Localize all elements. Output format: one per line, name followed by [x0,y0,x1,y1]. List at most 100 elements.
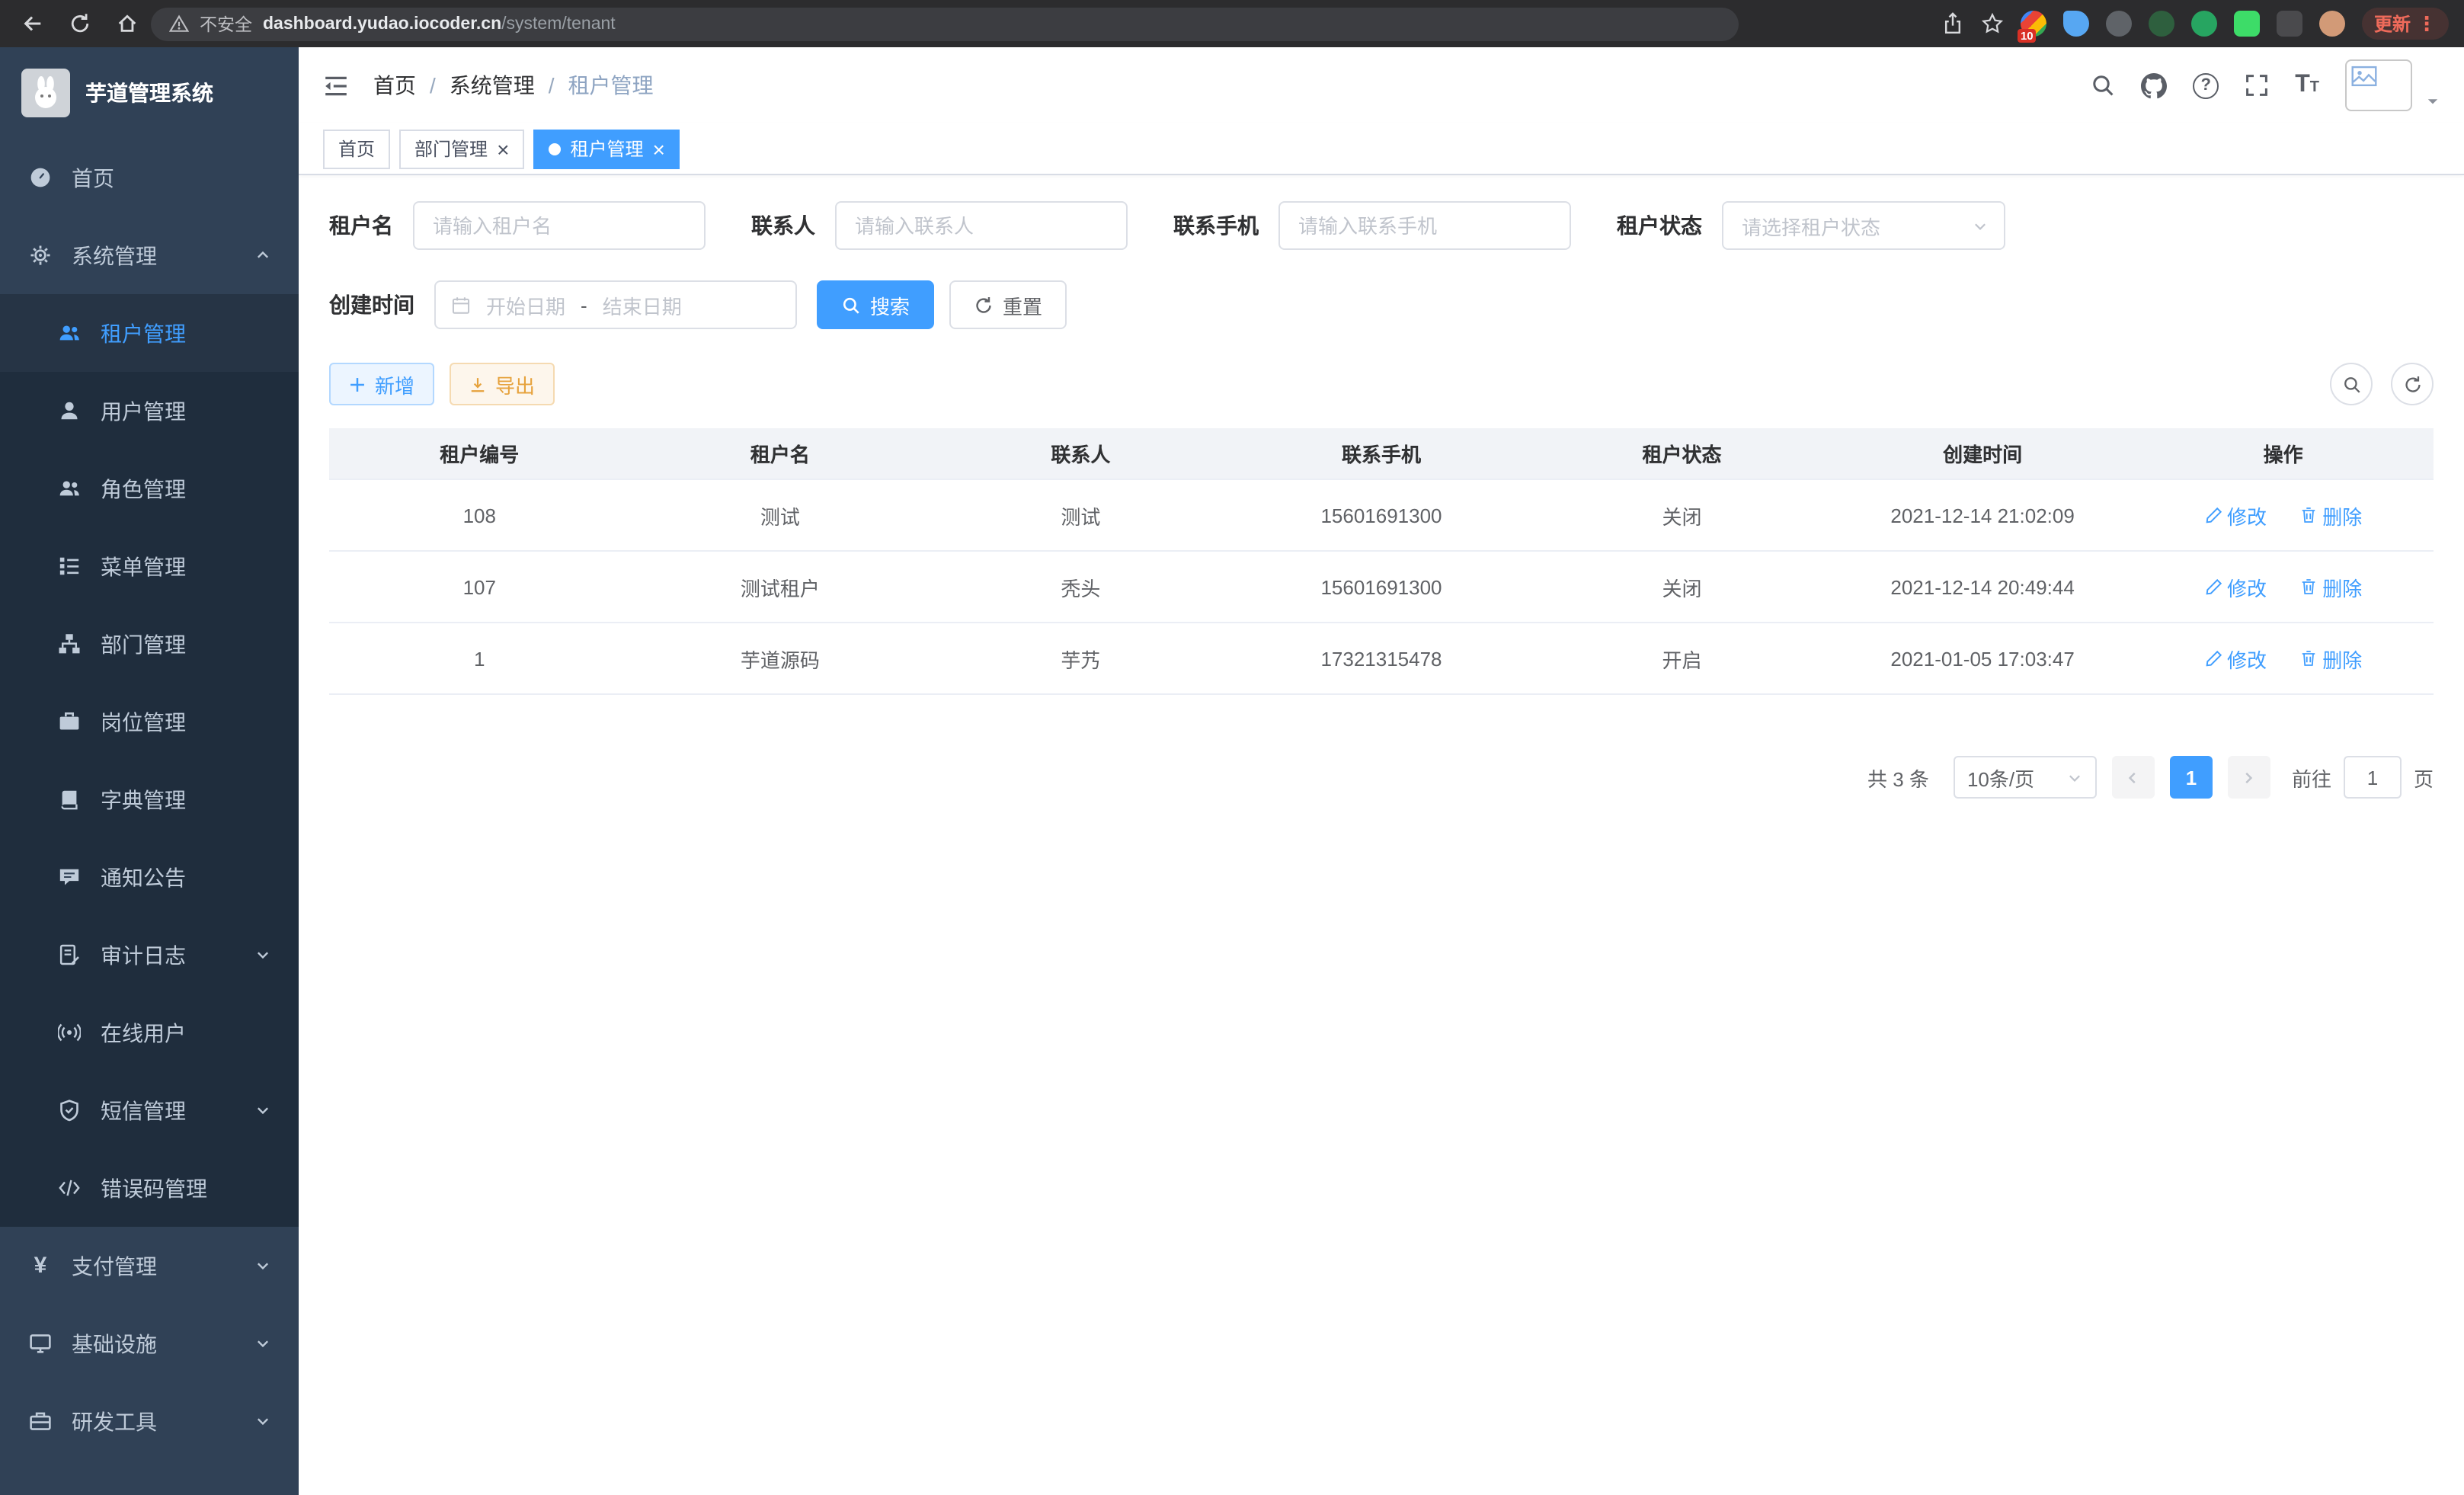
tab-tenant[interactable]: 租户管理 [533,129,680,168]
goto-page-input[interactable] [2344,756,2402,799]
app-title: 芋道管理系统 [85,78,213,108]
share-icon[interactable] [1941,12,1964,35]
sidebar-item-label: 部门管理 [101,629,186,659]
col-header: 联系人 [930,439,1231,468]
sidebar-item-label: 研发工具 [72,1406,157,1436]
chevron-down-icon [2066,769,2083,786]
url-bar[interactable]: 不安全 dashboard.yudao.iocoder.cn/system/te… [151,7,1739,40]
browser-reload-icon[interactable] [69,12,91,35]
phone-input[interactable] [1278,201,1571,250]
tab-label: 租户管理 [570,136,643,162]
breadcrumb-home[interactable]: 首页 [373,70,416,101]
sidebar-item-error-code[interactable]: 错误码管理 [0,1149,299,1227]
page-size-value: 10条/页 [1967,763,2034,792]
delete-link[interactable]: 删除 [2299,501,2362,530]
status-placeholder: 请选择租户状态 [1742,211,1880,240]
sidebar-fold-icon[interactable] [323,72,349,98]
sidebar-item-audit-log[interactable]: 审计日志 [0,916,299,994]
gear-icon [27,244,53,267]
browser-toolbar: 不安全 dashboard.yudao.iocoder.cn/system/te… [0,0,2464,47]
cell-tenant-name: 测试租户 [630,572,931,601]
sidebar-item-infra[interactable]: 基础设施 [0,1305,299,1382]
avatar-caret-icon[interactable] [2426,62,2440,108]
edit-link[interactable]: 修改 [2204,572,2267,601]
sidebar-item-role[interactable]: 角色管理 [0,450,299,527]
create-time-label: 创建时间 [329,290,414,320]
close-icon[interactable] [652,138,664,159]
contact-input[interactable] [835,201,1128,250]
sidebar-item-system[interactable]: 系统管理 [0,216,299,294]
browser-home-icon[interactable] [116,12,139,35]
sidebar-item-menu[interactable]: 菜单管理 [0,527,299,605]
delete-link[interactable]: 删除 [2299,572,2362,601]
refresh-table-button[interactable] [2391,363,2434,405]
extension-icon[interactable] [2063,11,2089,37]
header-search-icon[interactable] [2091,73,2115,98]
font-size-icon[interactable] [2295,73,2319,98]
cell-actions: 修改 删除 [2133,501,2434,530]
breadcrumb-separator: / [549,73,555,98]
browser-update-button[interactable]: 更新 ⋮ [2362,8,2449,40]
status-select[interactable]: 请选择租户状态 [1722,201,2005,250]
close-icon[interactable] [497,138,509,159]
url-path: /system/tenant [501,14,616,33]
page-number-button[interactable]: 1 [2170,756,2213,799]
delete-link[interactable]: 删除 [2299,644,2362,673]
prev-page-button[interactable] [2112,756,2155,799]
org-tree-icon [56,632,82,655]
reset-button[interactable]: 重置 [949,280,1067,329]
extension-icon[interactable] [2319,11,2345,37]
phone-label: 联系手机 [1173,210,1259,241]
search-button[interactable]: 搜索 [817,280,934,329]
user-icon [56,399,82,422]
sidebar-item-online-users[interactable]: 在线用户 [0,994,299,1071]
sidebar-item-tenant[interactable]: 租户管理 [0,294,299,372]
sidebar-item-dev-tools[interactable]: 研发工具 [0,1382,299,1460]
bookmark-star-icon[interactable] [1981,12,2004,35]
fullscreen-icon[interactable] [2245,73,2269,98]
cell-tenant-id: 108 [329,504,630,527]
github-icon[interactable] [2141,72,2167,98]
date-range-picker[interactable]: 开始日期 - 结束日期 [434,280,797,329]
browser-back-icon[interactable] [21,12,44,35]
breadcrumb-system[interactable]: 系统管理 [450,70,535,101]
export-button[interactable]: 导出 [450,363,555,405]
extension-icon[interactable] [2234,11,2260,37]
edit-link[interactable]: 修改 [2204,501,2267,530]
tags-view-bar: 首页 部门管理 租户管理 [299,123,2464,175]
tab-home[interactable]: 首页 [323,129,390,168]
date-end-placeholder[interactable]: 结束日期 [603,290,682,319]
sidebar-item-label: 通知公告 [101,862,186,892]
sidebar-item-pay[interactable]: 支付管理 [0,1227,299,1305]
sidebar-item-dept[interactable]: 部门管理 [0,605,299,683]
toggle-search-button[interactable] [2330,363,2373,405]
table-toolbar: 新增 导出 [329,363,2434,405]
sidebar-item-dict[interactable]: 字典管理 [0,760,299,838]
next-page-button[interactable] [2228,756,2270,799]
tab-dept[interactable]: 部门管理 [399,129,524,168]
date-start-placeholder[interactable]: 开始日期 [486,290,565,319]
date-separator: - [581,293,587,316]
extension-icon[interactable]: 10 [2021,11,2046,37]
tenant-name-input[interactable] [413,201,706,250]
sidebar-item-user[interactable]: 用户管理 [0,372,299,450]
page-size-select[interactable]: 10条/页 [1954,756,2097,799]
edit-label: 修改 [2227,644,2267,673]
add-button[interactable]: 新增 [329,363,434,405]
sidebar-item-sms[interactable]: 短信管理 [0,1071,299,1149]
security-warning-icon[interactable] [169,14,189,34]
extension-icon[interactable] [2106,11,2132,37]
extension-icon[interactable] [2277,11,2302,37]
cell-tenant-id: 107 [329,575,630,598]
sidebar-item-post[interactable]: 岗位管理 [0,683,299,760]
edit-link[interactable]: 修改 [2204,644,2267,673]
sidebar-item-home[interactable]: 首页 [0,139,299,216]
avatar[interactable] [2345,59,2412,111]
extension-icon[interactable] [2149,11,2174,37]
sidebar-item-notice[interactable]: 通知公告 [0,838,299,916]
app-logo-row[interactable]: 芋道管理系统 [0,47,299,139]
extension-icon[interactable] [2191,11,2217,37]
yen-icon [27,1254,53,1277]
help-icon[interactable] [2193,72,2219,98]
browser-menu-icon[interactable]: ⋮ [2417,11,2437,36]
